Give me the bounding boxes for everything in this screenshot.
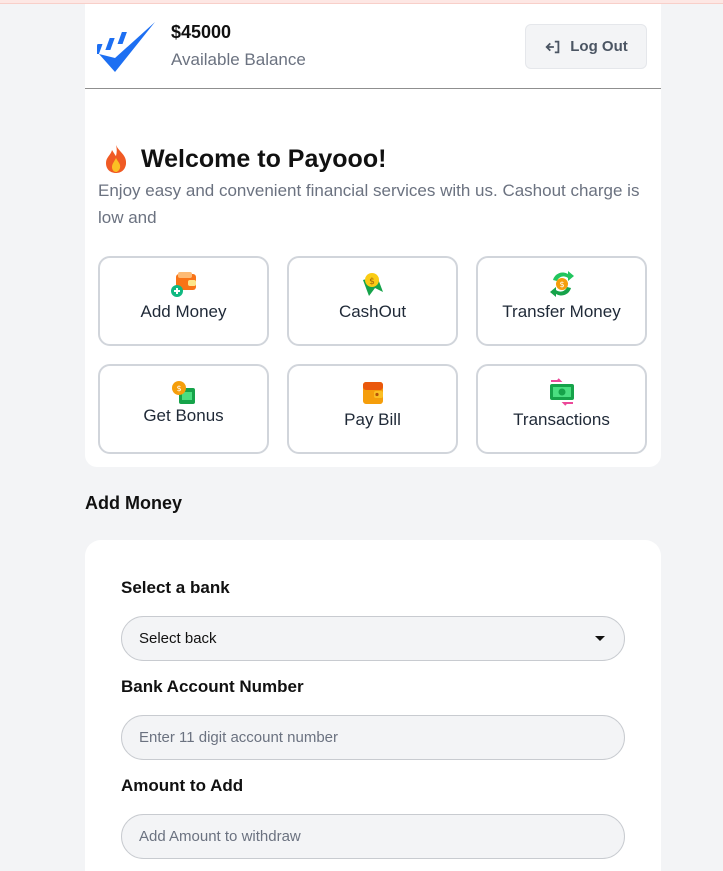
logout-button[interactable]: Log Out — [525, 24, 647, 69]
navbar: $45000 Available Balance Log Out — [85, 4, 661, 89]
bank-label: Select a bank — [121, 578, 230, 597]
bank-select[interactable]: Select back — [121, 616, 625, 661]
balance-label: Available Balance — [171, 50, 306, 69]
bonus-icon: $ — [171, 381, 195, 404]
service-label: Get Bonus — [143, 406, 224, 425]
service-label: Pay Bill — [344, 410, 401, 429]
service-transactions[interactable]: Transactions — [476, 364, 647, 454]
cashout-icon: $ — [362, 273, 383, 296]
transactions-icon — [549, 378, 574, 406]
welcome-description: Enjoy easy and convenient financial serv… — [98, 181, 640, 227]
logout-label: Log Out — [570, 38, 628, 55]
dashboard-panel: $45000 Available Balance Log Out Welcome… — [85, 4, 661, 467]
chevron-down-icon — [595, 636, 605, 641]
pay-bill-icon — [362, 382, 383, 404]
svg-text:$: $ — [176, 384, 181, 393]
service-add-money[interactable]: Add Money — [98, 256, 269, 346]
add-money-section-title: Add Money — [85, 493, 182, 513]
service-label: CashOut — [338, 302, 407, 321]
amount-label: Amount to Add — [121, 776, 244, 795]
amount-input[interactable] — [121, 814, 625, 859]
transfer-icon: $ — [549, 271, 574, 297]
service-cashout[interactable]: $ CashOut — [287, 256, 458, 346]
service-label: Add Money — [140, 302, 227, 321]
logout-icon — [545, 40, 560, 53]
account-number-label: Bank Account Number — [121, 677, 304, 696]
balance-amount: $45000 — [171, 22, 232, 42]
service-transfer-money[interactable]: $ Transfer Money — [476, 256, 647, 346]
wallet-add-icon — [170, 272, 196, 297]
account-number-input[interactable] — [121, 715, 625, 760]
svg-text:$: $ — [369, 277, 375, 287]
services-grid: Add Money $ CashOut $ Transfer Money $ G… — [98, 256, 647, 454]
add-money-form: Select a bank Select back Bank Account N… — [85, 540, 661, 871]
service-pay-bill[interactable]: Pay Bill — [287, 364, 458, 454]
service-get-bonus[interactable]: $ Get Bonus — [98, 364, 269, 454]
fire-icon — [106, 145, 127, 173]
welcome-title: Welcome to Payooo! — [141, 144, 387, 173]
svg-text:$: $ — [559, 280, 564, 289]
service-label: Transfer Money — [502, 302, 621, 321]
welcome-heading: Welcome to Payooo! — [103, 144, 386, 174]
logo-check-icon — [97, 22, 155, 72]
bank-select-value: Select back — [139, 630, 217, 647]
service-label: Transactions — [513, 410, 610, 429]
